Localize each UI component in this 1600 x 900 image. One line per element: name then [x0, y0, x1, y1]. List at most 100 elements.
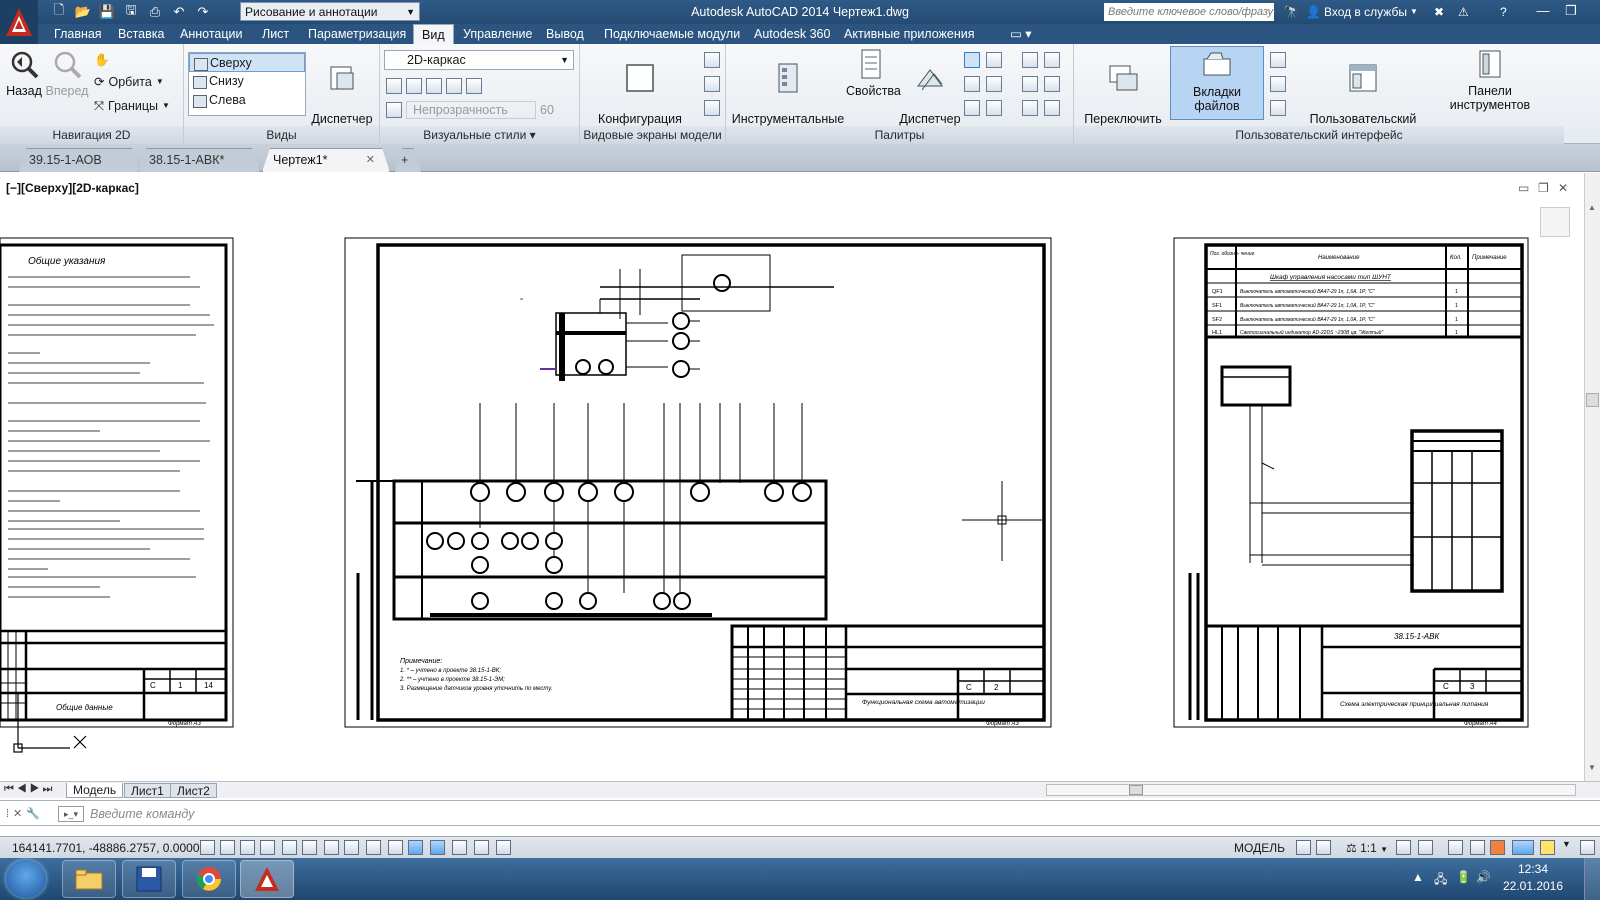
- dbconnect-icon[interactable]: [986, 100, 1002, 116]
- quick-view-drawings-icon[interactable]: [1316, 840, 1331, 855]
- vertical-scrollbar[interactable]: ▲ ▼: [1584, 173, 1600, 781]
- file-tab-active[interactable]: Чертеж1* ✕: [262, 148, 390, 172]
- power-icon[interactable]: 🔋: [1456, 870, 1471, 884]
- ribbon-toggle-icon[interactable]: ▭ ▾: [1002, 24, 1040, 44]
- polar-icon[interactable]: [282, 840, 297, 855]
- ducs-icon[interactable]: [366, 840, 381, 855]
- file-tab[interactable]: 39.15-1-АОВ: [18, 148, 140, 172]
- volume-icon[interactable]: 🔊: [1476, 870, 1491, 884]
- maximize-button[interactable]: ❐: [1556, 0, 1586, 22]
- cascade-icon[interactable]: [1270, 98, 1286, 118]
- restore-viewports-icon[interactable]: [704, 98, 720, 118]
- named-viewports-icon[interactable]: [704, 50, 720, 70]
- tile-horizontally-icon[interactable]: [1270, 50, 1286, 70]
- view-item-bottom[interactable]: Снизу: [189, 72, 305, 91]
- new-icon[interactable]: 🗋: [48, 2, 70, 22]
- extents-button[interactable]: ⤧ Границы ▼: [94, 96, 170, 116]
- autocad-taskbar-icon[interactable]: [240, 860, 294, 898]
- layers-icon[interactable]: [1022, 52, 1038, 68]
- render-icon[interactable]: [1022, 100, 1038, 116]
- workspace-switching-icon[interactable]: [1448, 840, 1463, 855]
- tab-layout1[interactable]: Лист1: [124, 783, 171, 798]
- command-input[interactable]: Введите команду: [90, 801, 194, 827]
- infer-constraints-icon[interactable]: [200, 840, 215, 855]
- view-item-top[interactable]: Сверху: [189, 53, 305, 72]
- command-line-grip-icon[interactable]: ⁞✕🔧: [6, 807, 44, 820]
- forward-button[interactable]: Вперед: [44, 48, 90, 98]
- selection-cycling-icon[interactable]: [474, 840, 489, 855]
- visual-style-select[interactable]: 2D-каркас ▼: [384, 50, 574, 70]
- application-menu-button[interactable]: [0, 0, 38, 44]
- transparency-icon[interactable]: [430, 840, 445, 855]
- quick-view-layouts-icon[interactable]: [1296, 840, 1311, 855]
- tab-view[interactable]: Вид: [413, 24, 454, 44]
- orbit-button[interactable]: ⟳ Орбита ▼: [94, 72, 164, 92]
- file-tabs-button[interactable]: Вкладки файлов: [1170, 46, 1264, 120]
- snap-mode-icon[interactable]: [220, 840, 235, 855]
- properties-button[interactable]: Свойства: [846, 48, 901, 98]
- print-icon[interactable]: ⎙: [144, 2, 166, 22]
- explorer-icon[interactable]: [62, 860, 116, 898]
- materials-browser-icon[interactable]: [1022, 76, 1038, 92]
- isolate-objects-icon[interactable]: [1512, 840, 1534, 855]
- grid-icon[interactable]: [240, 840, 255, 855]
- floppy-app-icon[interactable]: [122, 860, 176, 898]
- otrack-icon[interactable]: [344, 840, 359, 855]
- osnap-icon[interactable]: [302, 840, 317, 855]
- tab-autodesk-360[interactable]: Autodesk 360: [746, 24, 838, 44]
- lights-icon[interactable]: [426, 78, 442, 94]
- back-button[interactable]: Назад: [4, 48, 44, 98]
- tab-layout2[interactable]: Лист2: [170, 783, 217, 798]
- view-list[interactable]: Сверху Снизу Слева: [188, 52, 306, 116]
- shade-icon[interactable]: [406, 78, 422, 94]
- search-input[interactable]: Введите ключевое слово/фразу: [1104, 3, 1274, 21]
- tab-home[interactable]: Главная: [46, 24, 110, 44]
- show-desktop-button[interactable]: [1584, 858, 1600, 900]
- file-tab[interactable]: 38.15-1-АВК*: [138, 148, 260, 172]
- annotation-visibility-icon[interactable]: [1396, 840, 1411, 855]
- tab-model[interactable]: Модель: [66, 783, 124, 798]
- exchange-icon[interactable]: ✖: [1434, 2, 1444, 22]
- quick-calc-icon[interactable]: [964, 100, 980, 116]
- sun-icon[interactable]: [1044, 100, 1060, 116]
- tab-parametric[interactable]: Параметризация: [300, 24, 414, 44]
- pan-button[interactable]: ✋: [94, 50, 110, 70]
- binoculars-icon[interactable]: 🔭: [1284, 2, 1299, 22]
- design-center-icon[interactable]: [986, 52, 1002, 68]
- undo-icon[interactable]: ↶: [168, 2, 190, 22]
- status-menu-icon[interactable]: ▼: [1562, 839, 1571, 849]
- auto-scale-icon[interactable]: [1418, 840, 1433, 855]
- save-as-icon[interactable]: 🖫: [120, 2, 142, 22]
- start-button[interactable]: [6, 860, 46, 898]
- save-icon[interactable]: 💾: [96, 2, 118, 22]
- close-icon[interactable]: ✕: [366, 149, 375, 171]
- bulb-icon[interactable]: [1540, 840, 1555, 855]
- command-line-icon[interactable]: [964, 52, 980, 68]
- connect-icon[interactable]: ⚠: [1458, 2, 1469, 22]
- minimize-button[interactable]: —: [1528, 0, 1558, 22]
- tab-insert[interactable]: Вставка: [110, 24, 172, 44]
- toolbars-button[interactable]: Панели инструментов: [1428, 48, 1552, 112]
- opacity-control[interactable]: Непрозрачность 60: [386, 100, 554, 120]
- help-icon[interactable]: ?: [1500, 2, 1507, 22]
- tab-manage[interactable]: Управление: [455, 24, 541, 44]
- annotation-monitor-icon[interactable]: [496, 840, 511, 855]
- lights-palette-icon[interactable]: [1044, 76, 1060, 92]
- external-refs-icon[interactable]: [964, 76, 980, 92]
- chrome-icon[interactable]: [182, 860, 236, 898]
- tab-featured-apps[interactable]: Активные приложения: [836, 24, 983, 44]
- lock-icon[interactable]: [1470, 840, 1485, 855]
- ortho-icon[interactable]: [260, 840, 275, 855]
- layout-nav-arrows[interactable]: ⏮◀▶⏭: [4, 783, 55, 796]
- hardware-accel-icon[interactable]: [1490, 840, 1505, 855]
- model-space-label[interactable]: МОДЕЛЬ: [1234, 837, 1285, 859]
- tab-plugins[interactable]: Подключаемые модули: [596, 24, 748, 44]
- drawing-canvas[interactable]: [−][Сверху][2D-каркас] ▭ ❐ ✕ Общие указа…: [0, 173, 1584, 781]
- tab-output[interactable]: Вывод: [538, 24, 592, 44]
- tab-layout[interactable]: Лист: [254, 24, 297, 44]
- tile-vertically-icon[interactable]: [1270, 74, 1286, 94]
- materials-icon[interactable]: [446, 78, 462, 94]
- wireframe-icon[interactable]: [386, 78, 402, 94]
- shadows-icon[interactable]: [466, 78, 482, 94]
- command-line[interactable]: ⁞✕🔧 ▸_▾ Введите команду: [0, 800, 1600, 826]
